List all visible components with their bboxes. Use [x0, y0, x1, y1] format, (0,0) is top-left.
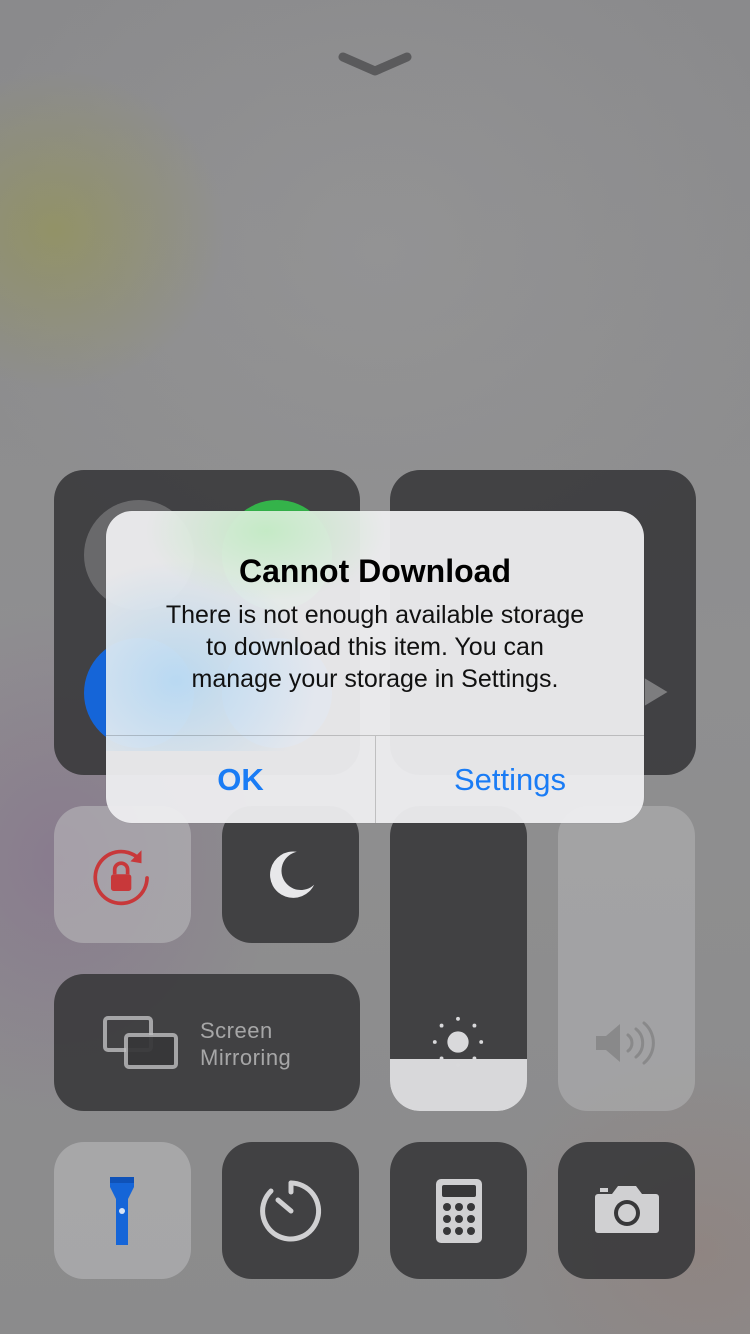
timer-icon [260, 1180, 322, 1242]
rotation-lock-icon [93, 849, 149, 906]
screen-mirroring-label: Screen Mirroring [200, 1017, 291, 1071]
sun-icon [432, 1016, 484, 1068]
screen-mirroring-icon [103, 1016, 178, 1069]
rotation-lock-button[interactable] [54, 806, 191, 943]
timer-button[interactable] [222, 1142, 359, 1279]
ok-button[interactable]: OK [106, 736, 375, 823]
volume-slider[interactable] [558, 806, 695, 1111]
moon-icon [270, 851, 315, 898]
screen-mirroring-label-line2: Mirroring [200, 1045, 292, 1070]
chevron-down-icon[interactable] [335, 45, 415, 85]
alert-message: There is not enough available storage to… [165, 601, 585, 693]
do-not-disturb-button[interactable] [222, 806, 359, 943]
calculator-button[interactable] [390, 1142, 527, 1279]
flashlight-button[interactable] [54, 1142, 191, 1279]
settings-button[interactable]: Settings [376, 736, 644, 823]
calculator-icon [436, 1179, 482, 1243]
flashlight-icon [110, 1177, 134, 1245]
camera-icon [595, 1186, 659, 1233]
speaker-icon [596, 1021, 655, 1065]
camera-button[interactable] [558, 1142, 695, 1279]
brightness-slider[interactable] [390, 806, 527, 1111]
screen-mirroring-label-line1: Screen [200, 1018, 273, 1043]
cannot-download-alert: Cannot Download There is not enough avai… [106, 511, 644, 823]
alert-title: Cannot Download [239, 553, 511, 589]
